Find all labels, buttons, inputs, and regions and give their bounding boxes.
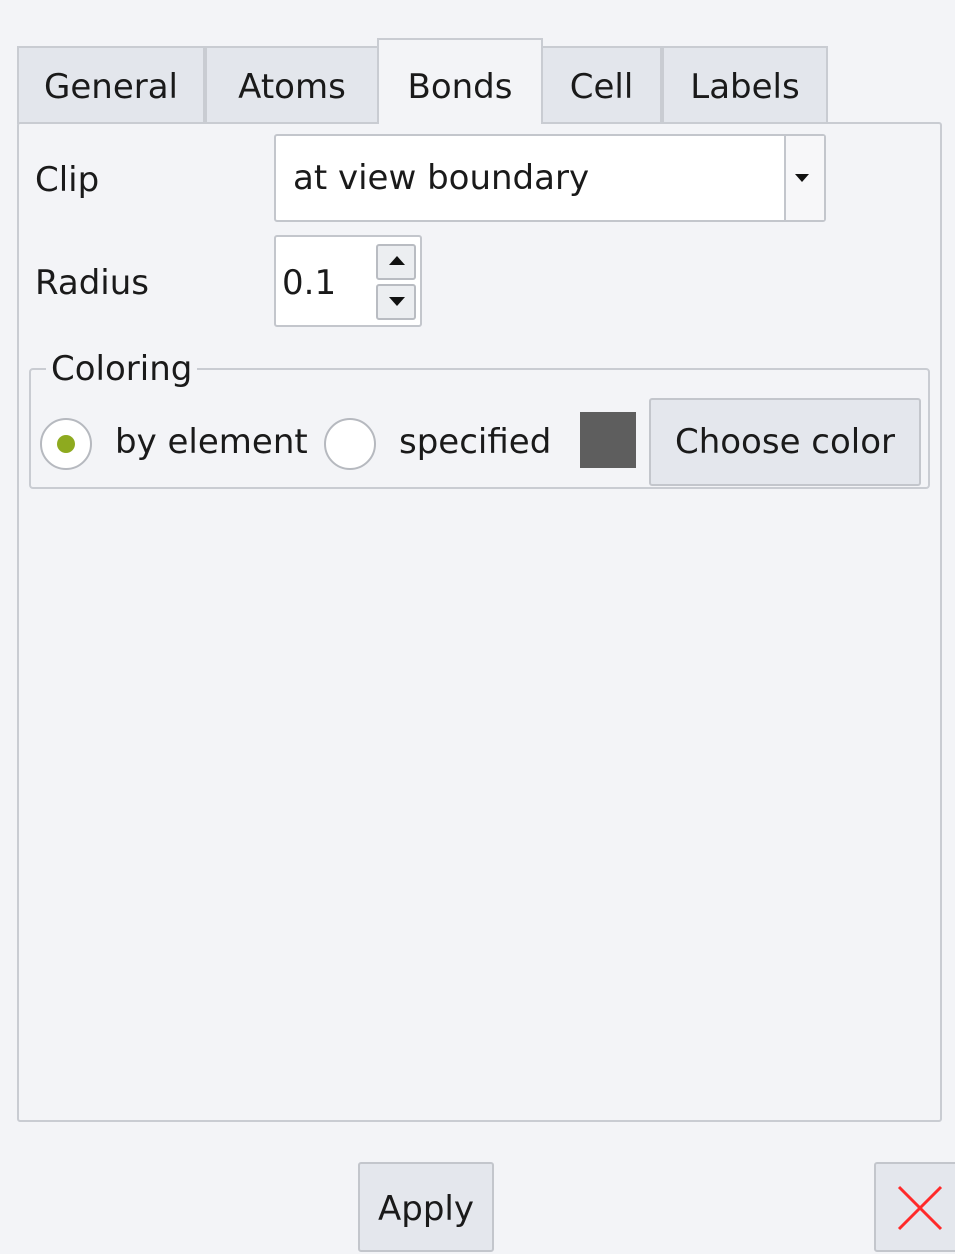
clip-select-value: at view boundary: [293, 158, 590, 198]
radio-selected-dot: [57, 435, 75, 453]
apply-label: Apply: [378, 1189, 474, 1229]
close-button[interactable]: [874, 1162, 955, 1252]
tab-general[interactable]: General: [17, 46, 205, 124]
radius-decrement-button[interactable]: [376, 284, 416, 320]
apply-button[interactable]: Apply: [358, 1162, 494, 1252]
tab-labels[interactable]: Labels: [662, 46, 828, 124]
choose-color-label: Choose color: [674, 422, 896, 462]
by-element-label[interactable]: by element: [115, 422, 308, 462]
chevron-down-icon: [795, 174, 809, 182]
clip-dropdown-button[interactable]: [784, 136, 824, 220]
tab-cell[interactable]: Cell: [541, 46, 662, 124]
specified-label[interactable]: specified: [399, 422, 551, 462]
color-swatch: [580, 412, 636, 468]
clip-select[interactable]: at view boundary: [274, 134, 826, 222]
arrow-down-icon: [389, 297, 405, 306]
tab-label: Labels: [690, 67, 800, 107]
choose-color-button[interactable]: Choose color: [649, 398, 921, 486]
tab-label: General: [44, 67, 178, 107]
coloring-group-title: Coloring: [46, 349, 198, 389]
bonds-tab-pane: [17, 122, 942, 1122]
tab-label: Atoms: [238, 67, 346, 107]
arrow-up-icon: [389, 256, 405, 265]
radius-label: Radius: [35, 263, 150, 303]
radius-increment-button[interactable]: [376, 244, 416, 280]
tab-bonds[interactable]: Bonds: [377, 38, 543, 124]
tab-label: Cell: [569, 67, 634, 107]
radio-by-element[interactable]: [40, 418, 92, 470]
radius-value[interactable]: 0.1: [282, 263, 336, 303]
radius-spinbox[interactable]: 0.1: [274, 235, 422, 327]
radio-specified[interactable]: [324, 418, 376, 470]
active-tab-joint: [379, 118, 541, 126]
tab-atoms[interactable]: Atoms: [205, 46, 379, 124]
clip-label: Clip: [35, 160, 100, 200]
close-icon: [897, 1185, 943, 1231]
